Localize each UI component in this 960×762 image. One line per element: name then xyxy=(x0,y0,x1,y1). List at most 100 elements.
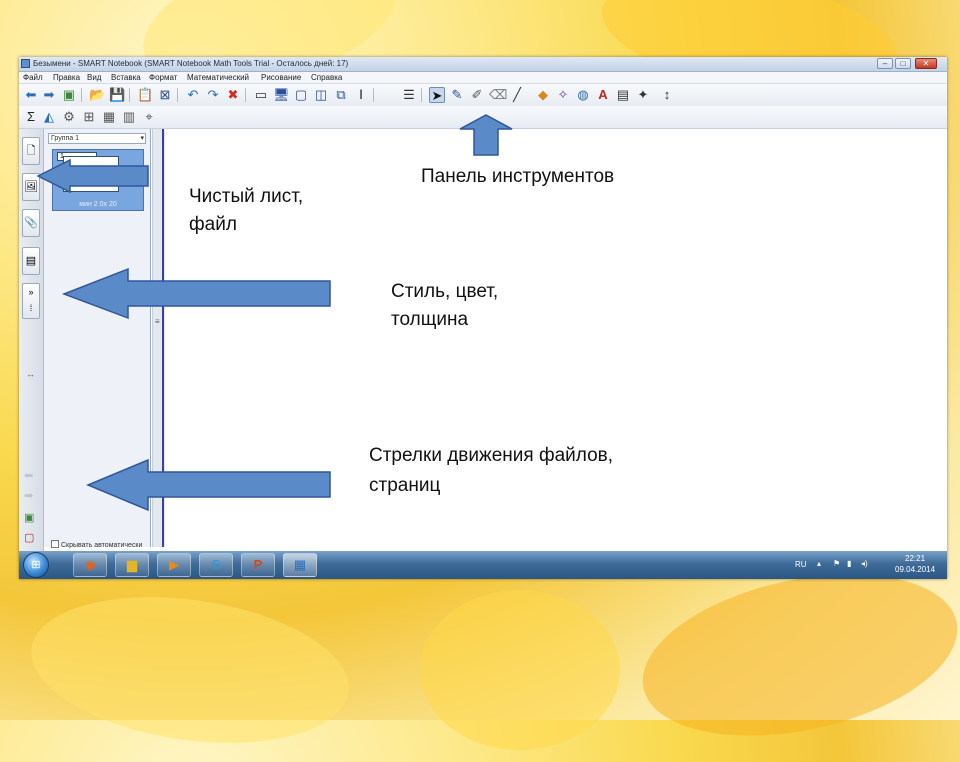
line-icon[interactable]: ╱ xyxy=(509,87,525,103)
delete-x-icon[interactable]: ✖ xyxy=(225,87,241,103)
menu-format[interactable]: Формат xyxy=(149,72,177,83)
page-sorter-panel: Группа 1 ▾ 1 мин 2 0x 20 xyxy=(44,129,151,547)
undo-icon[interactable]: ↶ xyxy=(185,87,201,103)
menu-insert[interactable]: Вставка xyxy=(111,72,141,83)
monitor-icon[interactable]: ▢ xyxy=(293,87,309,103)
toolbar-separator xyxy=(177,88,178,102)
table-icon[interactable]: ☰ xyxy=(401,87,417,103)
paperclip-icon: 📎 xyxy=(24,217,38,229)
text-tool-icon[interactable]: Ⅰ xyxy=(353,87,369,103)
page-sorter-tab[interactable]: 🗋 xyxy=(22,137,40,165)
properties-tab-icon: ▤ xyxy=(25,255,37,267)
document-camera-icon[interactable]: ◫ xyxy=(313,87,329,103)
creative-pen-icon[interactable]: ✐ xyxy=(469,87,485,103)
chart-icon[interactable]: ▥ xyxy=(121,109,137,125)
background-flower xyxy=(627,548,960,762)
page-forward-icon[interactable]: ➡ xyxy=(24,489,33,502)
blank-sheet-caption-line1: Чистый лист, xyxy=(189,186,304,207)
compass-icon[interactable]: ⚙ xyxy=(61,109,77,125)
magic-pen-icon[interactable]: ✧ xyxy=(555,87,571,103)
move-toolbar-icon[interactable]: ↕ xyxy=(659,87,675,103)
save-icon[interactable]: 💾 xyxy=(109,87,125,103)
pen-icon[interactable]: ✎ xyxy=(449,87,465,103)
clock-time[interactable]: 22:21 xyxy=(905,554,925,563)
powerpoint-icon[interactable]: P xyxy=(241,553,275,577)
open-folder-icon[interactable]: 📂 xyxy=(89,87,105,103)
select-pointer-icon[interactable]: ➤ xyxy=(429,87,445,103)
new-page-icon[interactable]: ▣ xyxy=(61,87,77,103)
toolbar-separator xyxy=(421,88,422,102)
volume-icon[interactable]: ◂) xyxy=(861,559,868,568)
style-caption-line1: Стиль, цвет, xyxy=(391,281,499,302)
menu-view[interactable]: Вид xyxy=(87,72,101,83)
forward-arrow-icon[interactable]: ➡ xyxy=(41,87,57,103)
start-orb-icon[interactable]: ⊞ xyxy=(23,552,49,578)
background-flower xyxy=(21,578,359,762)
gallery-tab[interactable]: 🖼 xyxy=(22,173,40,201)
network-icon[interactable]: ▮ xyxy=(847,559,851,568)
thumbnail-page-preview xyxy=(63,156,119,192)
delete-box-icon[interactable]: ⊠ xyxy=(157,87,173,103)
firefox-icon[interactable]: ◉ xyxy=(73,553,107,577)
paste-icon[interactable]: 📋 xyxy=(137,87,153,103)
media-player-icon[interactable]: ▶ xyxy=(157,553,191,577)
menu-math[interactable]: Математический xyxy=(187,72,249,83)
menu-draw[interactable]: Рисование xyxy=(261,72,301,83)
eraser-icon[interactable]: ⌫ xyxy=(489,87,507,103)
attachments-tab[interactable]: 📎 xyxy=(22,209,40,237)
group-dropdown[interactable]: Группа 1 ▾ xyxy=(48,133,146,144)
toolbar-separator xyxy=(81,88,82,102)
graph-icon[interactable]: ⊞ xyxy=(81,109,97,125)
capture-icon[interactable]: ⧉ xyxy=(333,87,349,103)
explorer-icon[interactable]: ▆ xyxy=(115,553,149,577)
page-icon: 🗋 xyxy=(26,145,36,157)
resize-arrows-icon[interactable]: ↔ xyxy=(26,369,35,379)
title-bar: Безымени - SMART Notebook (SMART Noteboo… xyxy=(19,57,947,72)
menu-file[interactable]: Файл xyxy=(23,72,43,83)
system-tray: RU ▴ ⚑ ▮ ◂) 22:21 09.04.2014 xyxy=(789,551,947,579)
skype-icon[interactable]: S xyxy=(199,553,233,577)
properties-icon[interactable]: ▤ xyxy=(615,87,631,103)
window-title: Безымени - SMART Notebook (SMART Noteboo… xyxy=(33,59,349,68)
app-icon xyxy=(21,59,30,68)
table-math-icon[interactable]: ▦ xyxy=(101,109,117,125)
spell-icon[interactable]: ✦ xyxy=(635,87,651,103)
menu-edit[interactable]: Правка xyxy=(53,72,80,83)
back-arrow-icon[interactable]: ⬅ xyxy=(23,87,39,103)
properties-tab[interactable]: ▤ xyxy=(22,247,40,275)
language-indicator[interactable]: RU xyxy=(795,560,807,569)
minimize-button[interactable]: – xyxy=(877,58,893,69)
sigma-icon[interactable]: Σ xyxy=(23,109,39,125)
smart-notebook-icon[interactable]: ▦ xyxy=(283,553,317,577)
chevron-down-icon: ▾ xyxy=(140,135,144,142)
tab-expand-handle[interactable]: » ⁞ xyxy=(22,283,40,319)
splitter-grip-icon: ≡ xyxy=(155,317,160,326)
tray-expand-icon[interactable]: ▴ xyxy=(817,559,821,568)
gallery-icon: 🖼 xyxy=(24,181,38,193)
page-thumbnail[interactable]: 1 мин 2 0x 20 xyxy=(52,149,144,211)
redo-icon[interactable]: ↷ xyxy=(205,87,221,103)
auto-hide-checkbox[interactable]: Скрывать автоматически xyxy=(51,540,142,549)
auto-hide-label: Скрывать автоматически xyxy=(61,542,143,549)
text-a-icon[interactable]: A xyxy=(595,87,611,103)
toolbar-separator xyxy=(373,88,374,102)
group-dropdown-label: Группа 1 xyxy=(51,135,80,142)
clock-date[interactable]: 09.04.2014 xyxy=(895,565,935,574)
delete-page-icon[interactable]: ▢ xyxy=(24,531,34,544)
thumbnail-label: мин 2 0x 20 xyxy=(79,201,117,208)
fill-icon[interactable]: ◍ xyxy=(575,87,591,103)
close-button[interactable]: ✕ xyxy=(915,58,937,69)
math-shape-icon[interactable]: ◭ xyxy=(41,109,57,125)
add-page-icon[interactable]: ▣ xyxy=(24,511,34,524)
splitter-line xyxy=(162,129,164,547)
shape-icon[interactable]: ◆ xyxy=(535,87,551,103)
page-back-icon[interactable]: ⬅ xyxy=(24,469,33,482)
display-icon[interactable]: 🖥 xyxy=(273,87,290,103)
menu-help[interactable]: Справка xyxy=(311,72,342,83)
measure-icon[interactable]: ⌖ xyxy=(141,109,157,125)
maximize-button[interactable]: □ xyxy=(895,58,911,69)
main-toolbar: ⬅ ➡ ▣ 📂 💾 📋 ⊠ ↶ ↷ ✖ ▭ 🖥 ▢ ◫ ⧉ Ⅰ ☰ ➤ ✎ ✐ … xyxy=(19,84,947,106)
toolbar-separator xyxy=(245,88,246,102)
screen-shade-icon[interactable]: ▭ xyxy=(253,87,269,103)
flag-icon[interactable]: ⚑ xyxy=(833,559,840,568)
